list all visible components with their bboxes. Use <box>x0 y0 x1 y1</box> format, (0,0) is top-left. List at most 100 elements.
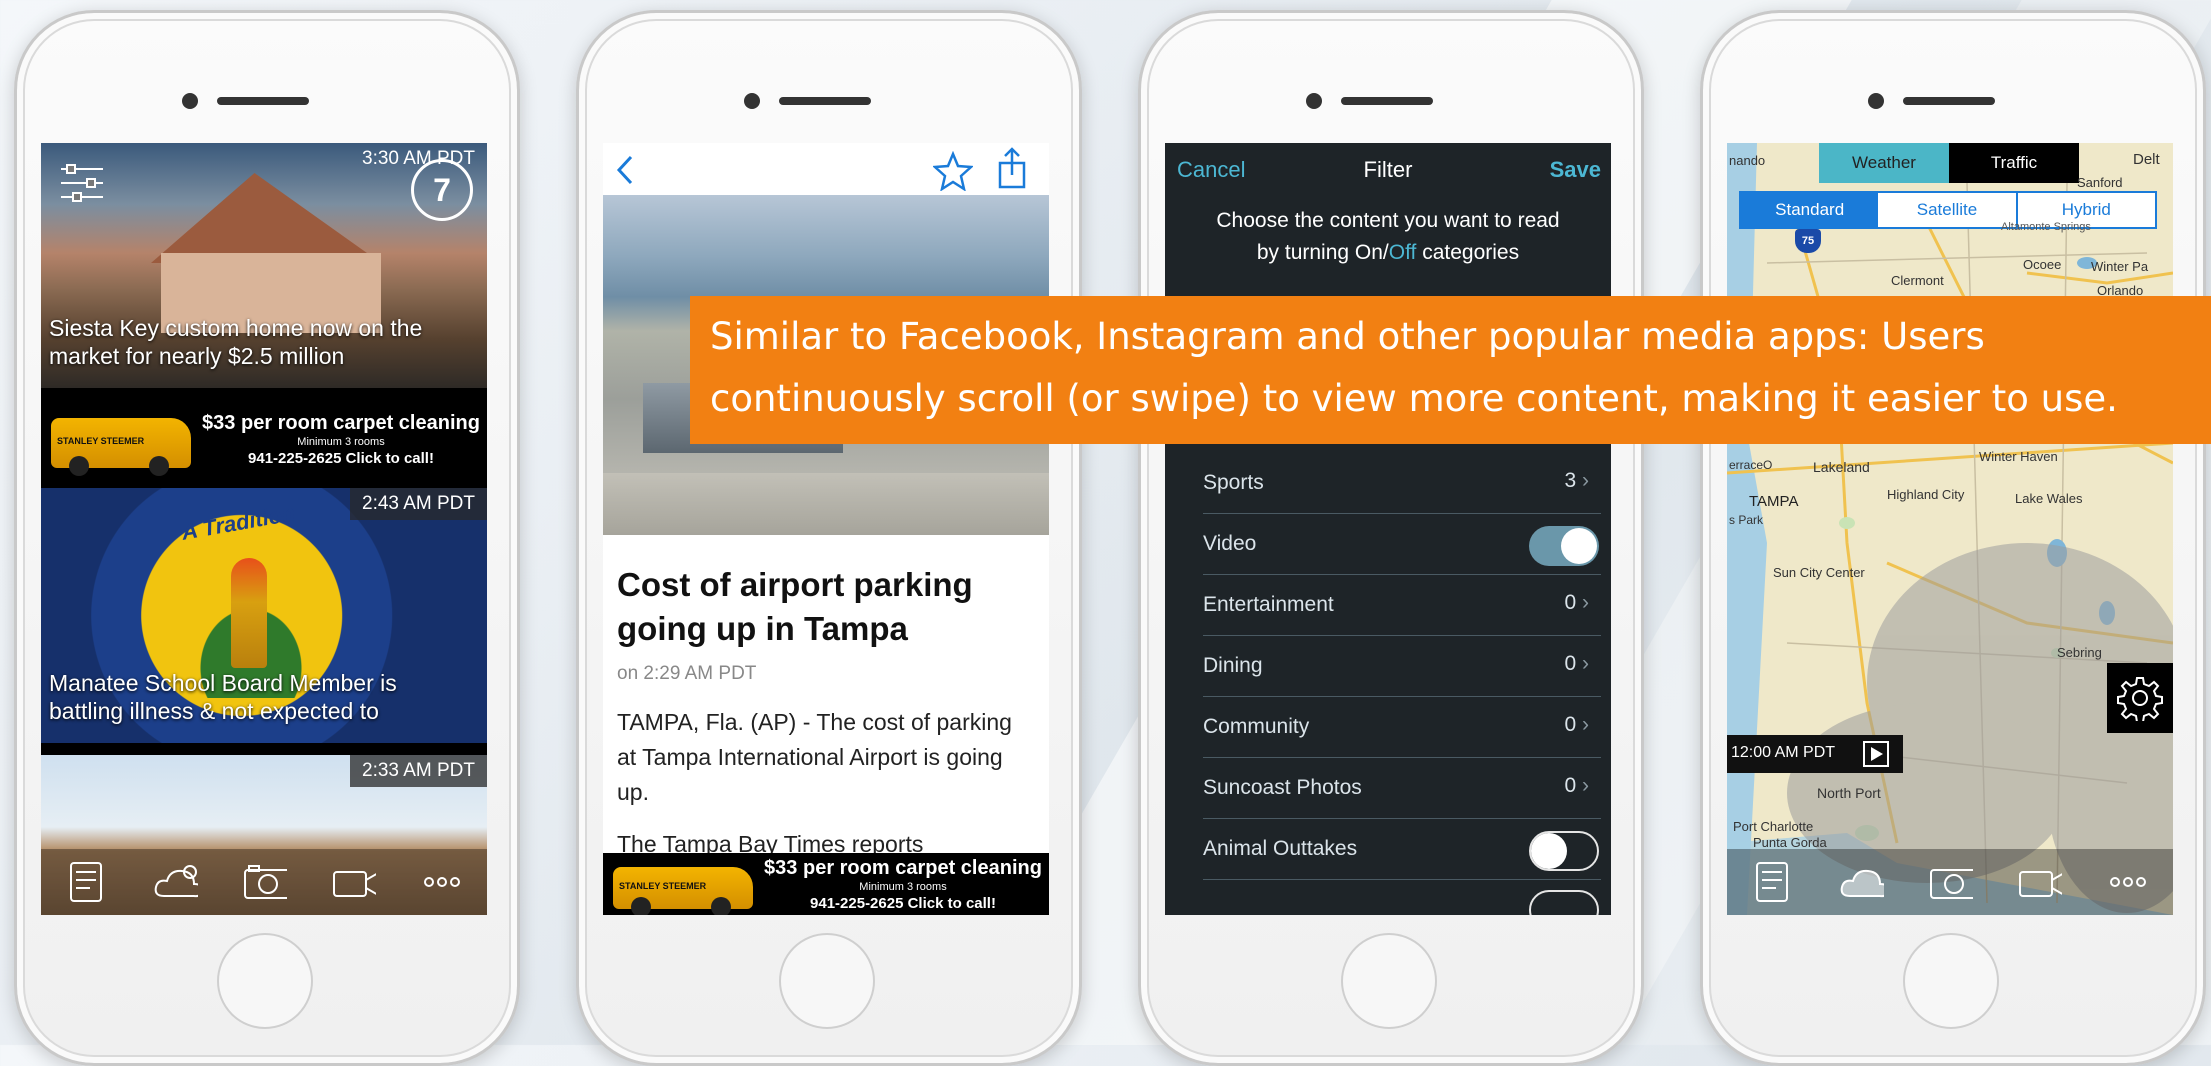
ad-banner[interactable]: STANLEY STEEMER $33 per room carpet clea… <box>41 406 487 476</box>
earpiece <box>779 97 871 105</box>
more-tab-icon[interactable] <box>419 862 465 902</box>
timestamp-badge: 2:43 AM PDT <box>350 488 487 520</box>
satellite-map-button[interactable]: Satellite <box>1878 193 2018 227</box>
news-headline[interactable]: Manatee School Board Member is battling … <box>49 669 469 725</box>
filter-title: Filter <box>1363 157 1413 182</box>
interstate-shield-icon: 75 <box>1795 229 1821 253</box>
news-headline[interactable]: Siesta Key custom home now on the market… <box>49 314 469 370</box>
filter-row-video[interactable]: Video <box>1165 514 1611 575</box>
article-body: TAMPA, Fla. (AP) - The cost of parking a… <box>617 709 1012 805</box>
filter-row-label: Dining <box>1203 654 1263 677</box>
filter-instructions: Choose the content you want to read by t… <box>1165 205 1611 269</box>
camera-tab-icon[interactable] <box>1927 862 1973 902</box>
partial-toggle <box>1529 890 1599 915</box>
ad-banner[interactable]: STANLEY STEEMER $33 per room carpet clea… <box>603 853 1049 915</box>
map-label: Lake Wales <box>2015 491 2083 506</box>
filter-instructions-line1: Choose the content you want to read <box>1216 209 1560 232</box>
timestamp-badge: 2:33 AM PDT <box>350 755 487 787</box>
animal-outtakes-toggle[interactable] <box>1529 831 1599 871</box>
ad-headline: $33 per room carpet cleaning <box>764 857 1042 879</box>
map-label: Clermont <box>1891 273 1944 288</box>
earpiece <box>1341 97 1433 105</box>
map-label: Sebring <box>2057 645 2102 660</box>
settings-sliders-icon[interactable] <box>59 163 105 203</box>
map-settings-gear-icon[interactable] <box>2107 663 2173 733</box>
news-tab-icon[interactable] <box>1749 862 1795 902</box>
toggle-knob <box>1561 528 1597 564</box>
map-label: nando <box>1729 153 1766 168</box>
back-chevron-icon[interactable] <box>611 153 641 187</box>
weather-tab[interactable]: Weather <box>1819 143 1949 183</box>
share-icon[interactable] <box>995 147 1029 191</box>
news-card[interactable]: 7 3:30 AM PDT Siesta Key custom home now… <box>41 143 487 388</box>
chevron-right-icon: › <box>1582 774 1589 797</box>
chevron-right-icon: › <box>1582 469 1589 492</box>
filter-row-animal-outtakes[interactable]: Animal Outtakes <box>1165 819 1611 880</box>
map-type-selector: Standard Satellite Hybrid <box>1739 191 2157 229</box>
map-view[interactable]: Weather Traffic Standard Satellite Hybri… <box>1727 143 2173 915</box>
play-icon[interactable] <box>1863 741 1889 767</box>
news-card[interactable]: A Tradition 2:43 AM PDT Manatee School B… <box>41 488 487 743</box>
home-button[interactable] <box>1341 933 1437 1029</box>
news-tab-icon[interactable] <box>63 862 109 902</box>
home-button[interactable] <box>217 933 313 1029</box>
feed-screen[interactable]: 7 3:30 AM PDT Siesta Key custom home now… <box>41 143 487 915</box>
standard-map-button[interactable]: Standard <box>1741 193 1879 227</box>
map-label: erraceO <box>1729 458 1773 472</box>
earpiece <box>217 97 309 105</box>
map-label: Port Charlotte <box>1733 819 1814 834</box>
article-screen[interactable]: Cost of airport parking going up in Tamp… <box>603 143 1049 915</box>
map-label: Ocoee <box>2023 257 2062 272</box>
filter-row-dining[interactable]: Dining 0 › <box>1165 636 1611 697</box>
home-button[interactable] <box>779 933 875 1029</box>
filter-row-label: Entertainment <box>1203 593 1334 616</box>
filter-row-count: 0 › <box>1564 713 1589 736</box>
weather-tab-icon[interactable] <box>1838 862 1884 902</box>
phone-news-feed: 7 3:30 AM PDT Siesta Key custom home now… <box>14 10 520 1066</box>
front-camera <box>1306 93 1322 109</box>
map-label: Punta Gorda <box>1753 835 1827 850</box>
video-toggle[interactable] <box>1529 526 1599 566</box>
filter-row-label: Video <box>1203 532 1257 555</box>
radar-time: 12:00 AM PDT <box>1731 744 1836 761</box>
filter-row-count: 3 › <box>1564 469 1589 492</box>
map-label: Sanford <box>2077 175 2123 190</box>
ad-contact: 941-225-2625 Click to call! <box>248 450 434 467</box>
front-camera <box>182 93 198 109</box>
video-tab-icon[interactable] <box>2016 862 2063 902</box>
filter-instructions-line2: by turning On/Off categories <box>1256 241 1520 264</box>
ad-contact: 941-225-2625 Click to call! <box>810 895 996 912</box>
filter-row-suncoast-photos[interactable]: Suncoast Photos 0 › <box>1165 758 1611 819</box>
map-label: TAMPA <box>1749 493 1799 510</box>
earpiece <box>1903 97 1995 105</box>
feature-callout-banner: Similar to Facebook, Instagram and other… <box>690 296 2211 444</box>
home-button[interactable] <box>1903 933 1999 1029</box>
video-tab-icon[interactable] <box>330 862 377 902</box>
filter-row-entertainment[interactable]: Entertainment 0 › <box>1165 575 1611 636</box>
more-tab-icon[interactable] <box>2105 862 2151 902</box>
callout-line-2: continuously scroll (or swipe) to view m… <box>710 377 2118 420</box>
ad-subline: Minimum 3 rooms <box>859 881 947 893</box>
bottom-tab-bar <box>41 849 487 915</box>
van-image: STANLEY STEEMER <box>613 867 753 915</box>
map-screen[interactable]: Weather Traffic Standard Satellite Hybri… <box>1727 143 2173 915</box>
bottom-tab-bar <box>1727 849 2173 915</box>
weather-traffic-toggle: Weather Traffic <box>1819 143 2079 183</box>
map-label: Winter Haven <box>1979 449 2058 464</box>
ad-subline: Minimum 3 rooms <box>297 436 385 448</box>
map-label: Sun City Center <box>1773 565 1865 580</box>
callout-line-1: Similar to Facebook, Instagram and other… <box>710 315 1985 358</box>
map-label: Winter Pa <box>2091 259 2149 274</box>
filter-row-community[interactable]: Community 0 › <box>1165 697 1611 758</box>
filter-screen[interactable]: Cancel Filter Save Choose the content yo… <box>1165 143 1611 915</box>
filter-row-sports[interactable]: Sports 3 › <box>1165 453 1611 514</box>
radar-timeline: 12:00 AM PDT <box>1727 735 1903 773</box>
save-button[interactable]: Save <box>1550 157 1601 183</box>
traffic-tab[interactable]: Traffic <box>1949 143 2079 183</box>
toggle-knob <box>1531 833 1567 869</box>
weather-tab-icon[interactable] <box>152 862 198 902</box>
camera-tab-icon[interactable] <box>241 862 287 902</box>
seal-torch <box>231 558 267 668</box>
article-title: Cost of airport parking going up in Tamp… <box>617 566 973 647</box>
favorite-star-icon[interactable] <box>931 150 975 192</box>
